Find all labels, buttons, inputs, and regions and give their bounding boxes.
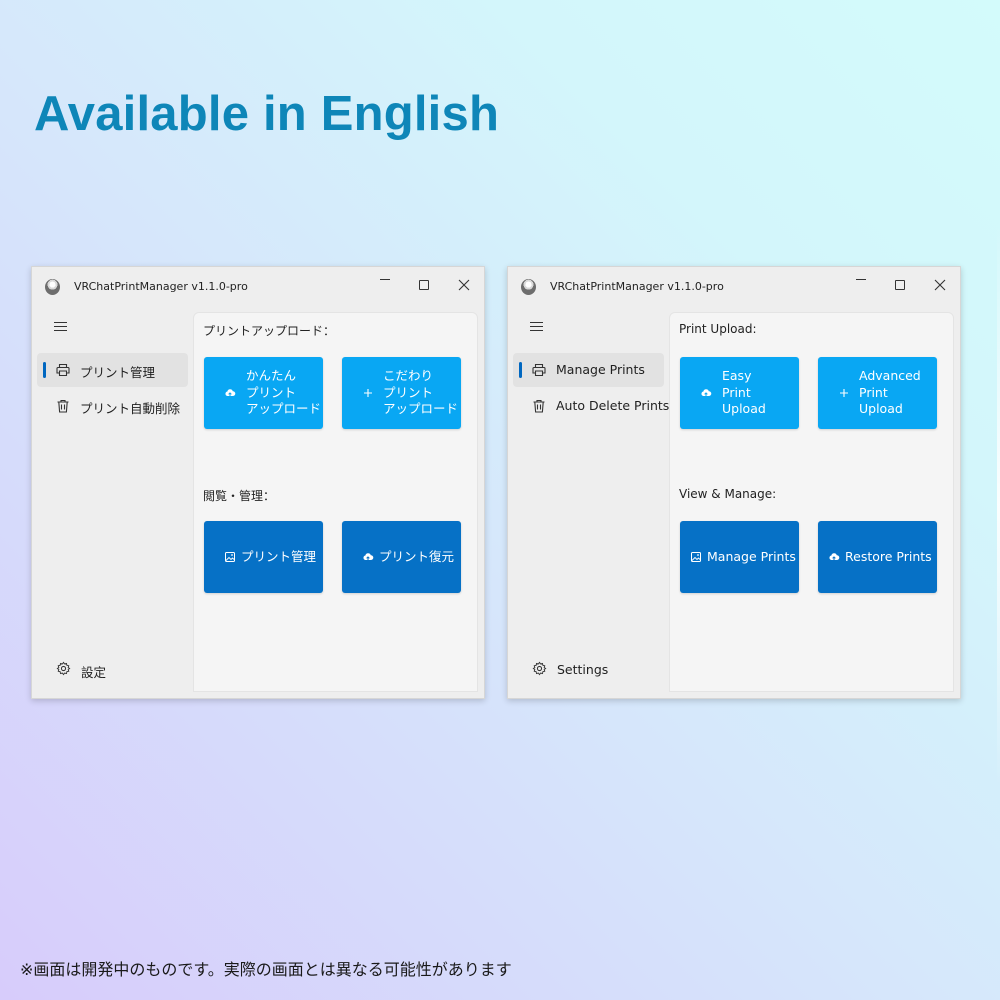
- image-icon: [691, 552, 701, 562]
- main-content-panel: プリントアップロード： かんたん プリント アップロード こだわり プリント ア…: [193, 312, 478, 692]
- image-icon: [225, 552, 235, 562]
- nav-item-label: プリント管理: [80, 365, 156, 380]
- minimize-button[interactable]: [370, 273, 400, 297]
- nav-item-label: Auto Delete Prints: [556, 398, 670, 413]
- title-bar[interactable]: VRChatPrintManager v1.1.0-pro: [32, 267, 484, 307]
- button-label-line: アップロード: [383, 401, 459, 416]
- close-button[interactable]: [449, 273, 479, 297]
- hamburger-menu-icon[interactable]: [530, 322, 543, 332]
- button-label-line: プリント: [383, 384, 434, 400]
- close-button[interactable]: [925, 273, 955, 297]
- app-window-japanese: VRChatPrintManager v1.1.0-pro プリント管理 プリン…: [31, 266, 485, 699]
- nav-item-label: Manage Prints: [556, 362, 645, 377]
- button-label-line: プリント: [246, 384, 297, 400]
- easy-upload-button[interactable]: Easy Print Upload: [680, 357, 799, 429]
- nav-item-label: プリント自動削除: [80, 401, 181, 416]
- manage-prints-button[interactable]: プリント管理: [204, 521, 323, 593]
- manage-prints-label: プリント管理: [241, 549, 317, 564]
- maximize-button[interactable]: [885, 273, 915, 297]
- button-label-line: こだわり: [383, 368, 434, 383]
- app-logo-icon: [45, 279, 60, 295]
- cloud-upload-icon: [701, 389, 712, 397]
- manage-section-label: 閲覧・管理：: [203, 489, 276, 503]
- gear-icon: [532, 661, 547, 676]
- close-icon: [458, 279, 470, 291]
- button-label-line: Print: [859, 384, 888, 400]
- restore-prints-label: プリント復元: [379, 549, 455, 564]
- window-title: VRChatPrintManager v1.1.0-pro: [74, 280, 248, 293]
- button-label-line: アップロード: [246, 401, 322, 416]
- button-label-line: Print: [722, 384, 751, 400]
- trash-icon: [533, 399, 545, 413]
- app-logo-icon: [521, 279, 536, 295]
- cloud-restore-icon: [363, 553, 374, 561]
- nav-item-auto-delete[interactable]: プリント自動削除: [37, 389, 188, 423]
- advanced-upload-button[interactable]: Advanced Print Upload: [818, 357, 937, 429]
- manage-prints-button[interactable]: Manage Prints: [680, 521, 799, 593]
- nav-item-manage-prints[interactable]: プリント管理: [37, 353, 188, 387]
- disclaimer-note: ※画面は開発中のものです。実際の画面とは異なる可能性があります: [20, 960, 512, 979]
- button-label-line: かんたん: [246, 368, 297, 383]
- gear-icon: [56, 661, 71, 676]
- button-label-line: Upload: [859, 401, 903, 416]
- advanced-upload-label: Advanced Print Upload: [859, 368, 921, 418]
- plus-icon: [364, 389, 372, 397]
- settings-label: Settings: [557, 662, 609, 677]
- restore-prints-button[interactable]: Restore Prints: [818, 521, 937, 593]
- button-label-line: Easy: [722, 368, 752, 383]
- upload-section-label: プリントアップロード：: [203, 324, 336, 338]
- printer-icon: [56, 363, 70, 377]
- main-content-panel: Print Upload: Easy Print Upload Advanced…: [669, 312, 954, 692]
- nav-item-auto-delete[interactable]: Auto Delete Prints: [513, 389, 669, 423]
- manage-section-label: View & Manage:: [679, 487, 777, 501]
- button-label-line: Advanced: [859, 368, 921, 383]
- title-bar[interactable]: VRChatPrintManager v1.1.0-pro: [508, 267, 960, 307]
- cloud-restore-icon: [829, 553, 840, 561]
- minimize-button[interactable]: [846, 273, 876, 297]
- advanced-upload-label: こだわり プリント アップロード: [383, 368, 458, 418]
- cloud-upload-icon: [225, 389, 236, 397]
- settings-label: 設定: [81, 665, 107, 680]
- page-headline: Available in English: [34, 87, 500, 141]
- easy-upload-button[interactable]: かんたん プリント アップロード: [204, 357, 323, 429]
- hamburger-menu-icon[interactable]: [54, 322, 67, 332]
- plus-icon: [840, 389, 848, 397]
- restore-prints-button[interactable]: プリント復元: [342, 521, 461, 593]
- printer-icon: [532, 363, 546, 377]
- nav-item-manage-prints[interactable]: Manage Prints: [513, 353, 664, 387]
- manage-prints-label: Manage Prints: [707, 549, 796, 564]
- close-icon: [934, 279, 946, 291]
- app-window-english: VRChatPrintManager v1.1.0-pro Manage Pri…: [507, 266, 961, 699]
- window-title: VRChatPrintManager v1.1.0-pro: [550, 280, 724, 293]
- trash-icon: [57, 399, 69, 413]
- maximize-button[interactable]: [409, 273, 439, 297]
- restore-prints-label: Restore Prints: [845, 549, 932, 564]
- easy-upload-label: かんたん プリント アップロード: [246, 368, 321, 418]
- upload-section-label: Print Upload:: [679, 322, 757, 336]
- advanced-upload-button[interactable]: こだわり プリント アップロード: [342, 357, 461, 429]
- button-label-line: Upload: [722, 401, 766, 416]
- easy-upload-label: Easy Print Upload: [722, 368, 766, 418]
